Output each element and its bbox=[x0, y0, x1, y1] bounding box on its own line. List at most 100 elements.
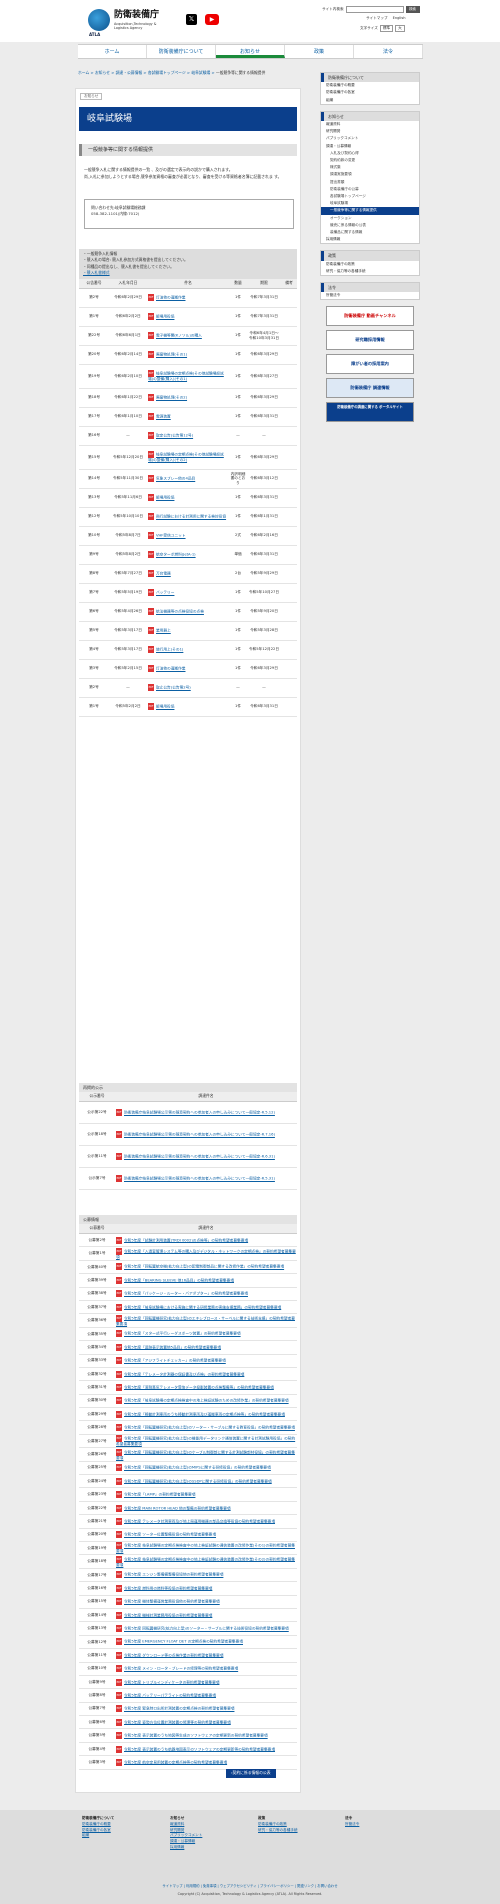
banner-portal[interactable]: 防衛装備庁の調達に関する ポータルサイト bbox=[326, 402, 414, 423]
side-subitem[interactable]: 岐阜試験場 bbox=[321, 200, 419, 207]
document-link[interactable]: 令和5年度 ソーター位置整備役協の契約希望者募集要項 bbox=[124, 1533, 216, 1537]
document-link[interactable]: 令和5年度 表示装置のうち地図等生成のソフトウェアの定期更新の契約希望者募集要項 bbox=[124, 1734, 268, 1738]
side-subitem[interactable]: 調達実施要領 bbox=[321, 171, 419, 178]
side-item[interactable]: 所管法令 bbox=[321, 292, 419, 299]
document-link[interactable]: 万台電器 bbox=[156, 572, 171, 576]
document-link[interactable]: 飯場用役協 bbox=[156, 496, 174, 500]
document-link[interactable]: 令和5年度 航空定見用装置の定期点検等の契約希望者募集要項 bbox=[124, 1760, 227, 1764]
side-subitem[interactable]: 入札及び契約心得 bbox=[321, 150, 419, 157]
breadcrumb-item[interactable]: お知らせ bbox=[95, 70, 110, 75]
document-link[interactable]: 防衛装備庁岐阜試験場公示第の随意契約への参加者入の申し込みについて一般協定-R.… bbox=[124, 1111, 275, 1115]
side-subitem[interactable]: 様式集 bbox=[321, 164, 419, 171]
document-link[interactable]: 飛行試験における計測用に関する検討役協 bbox=[156, 515, 226, 519]
document-link[interactable]: 令和5年度「移動計測車両のうち移動計測車両及び運搬車両の定期点検等」の契約希望者… bbox=[124, 1412, 285, 1416]
side-item[interactable]: 調達・公募情報 bbox=[321, 143, 419, 150]
side-item[interactable]: 防衛装備庁の政策 bbox=[321, 261, 419, 268]
document-link[interactable]: 令和5年度 エンジン整備備整備役協他の契約希望者募集要項 bbox=[124, 1573, 223, 1577]
breadcrumb-item[interactable]: 岐阜試験場 bbox=[191, 70, 210, 75]
document-link[interactable]: 令和5年度 燃料用の燃料等役協の契約希望者募集要項 bbox=[124, 1586, 212, 1590]
breadcrumb-item[interactable]: ホーム bbox=[78, 70, 89, 75]
document-link[interactable]: 防衛装備庁岐阜試験場公示第の随意契約への参加者入の申し込みについて一般協定-R.… bbox=[124, 1133, 275, 1137]
x-icon[interactable]: 𝕏 bbox=[186, 14, 197, 25]
document-link[interactable]: 令和5年度 バッテリーパテライトの契約希望者募集要項 bbox=[124, 1693, 216, 1697]
document-link[interactable]: 気象スプレー他の4品目 bbox=[156, 477, 195, 481]
side-subitem[interactable]: 装備品に関する情報 bbox=[321, 229, 419, 236]
banner-disability-recruit[interactable]: 障がい者の採用案内 bbox=[326, 354, 414, 375]
document-link[interactable]: 飯場用役協 bbox=[156, 705, 174, 709]
side-item[interactable]: パブリックコメント bbox=[321, 135, 419, 142]
font-large-button[interactable]: 大 bbox=[395, 25, 405, 32]
document-link[interactable]: 令和5年度「回転翼機研究(拡力向上型)のケーブル制御部に関する計測試験部材役協」… bbox=[116, 1450, 295, 1460]
gnav-law[interactable]: 法令 bbox=[354, 45, 423, 58]
document-link[interactable]: 令和5年度 機械計測業務用役協の契約希望者募集要項 bbox=[124, 1613, 212, 1617]
side-current-item[interactable]: 一般競争等に関する情報提供 bbox=[321, 207, 419, 215]
site-logo[interactable]: 防衛装備庁 Acquisition,Technology & Logistics… bbox=[88, 9, 159, 31]
document-link[interactable]: 令和5年度「テレメータ計測器の保証書及び点検」の契約希望者募集要項 bbox=[124, 1372, 244, 1376]
document-link[interactable]: バッテリー bbox=[156, 591, 174, 595]
font-standard-button[interactable]: 標準 bbox=[379, 25, 394, 32]
footer-link[interactable]: 研究・協力等の各種手続 bbox=[258, 1828, 348, 1834]
banner-procurement[interactable]: 防衛装備庁 調達情報 bbox=[326, 378, 414, 399]
side-subitem[interactable]: 競売に係る情報の公表 bbox=[321, 222, 419, 229]
document-link[interactable]: 令和5年度「回転翼機研究(拡力向上型)のSSDPに関する研修役協」の契約希望者募… bbox=[124, 1479, 272, 1483]
document-link[interactable]: 令和5年度「LAMP」の契約希望者募集要項 bbox=[124, 1493, 195, 1497]
side-item[interactable]: 研究・協力等の各種手続 bbox=[321, 268, 419, 275]
side-subitem[interactable]: 提出書類 bbox=[321, 179, 419, 186]
document-link[interactable]: 取定公告(公告第12号) bbox=[156, 434, 193, 438]
document-link[interactable]: 令和5年度「回転翼機研究(拡力向上型)のソーター・サーブルに関する教育役協」の契… bbox=[124, 1426, 295, 1430]
document-link[interactable]: VHF受信ユニット bbox=[156, 534, 186, 538]
side-item[interactable]: 防衛装備庁の各室 bbox=[321, 89, 419, 96]
english-link[interactable]: English bbox=[393, 16, 406, 21]
document-link[interactable]: 令和5年度「回転翼機研究(拡力向上型)のMIPSに関する研修役協」の契約希望者募… bbox=[124, 1466, 271, 1470]
document-link[interactable]: 令和5年度 姿勢方位位置計測装置の修理等の契約希望者募集要項 bbox=[124, 1720, 231, 1724]
gnav-home[interactable]: ホーム bbox=[78, 45, 147, 58]
document-link[interactable]: 令和5年度 緊急時ロ出所計測装置の定期点検の契約希望者募集要項 bbox=[124, 1707, 234, 1711]
gnav-policy[interactable]: 政策 bbox=[285, 45, 354, 58]
document-link[interactable]: 灯油他の運搬作業 bbox=[156, 296, 186, 300]
side-heading[interactable]: 政策 bbox=[321, 251, 419, 261]
footer-link[interactable]: 所管法令 bbox=[345, 1822, 435, 1828]
contract-info-link[interactable]: ›契約に係る情報の公表 bbox=[226, 1769, 276, 1778]
side-subitem[interactable]: 防衛装備庁の公募 bbox=[321, 186, 419, 193]
side-item[interactable]: 研究開発 bbox=[321, 128, 419, 135]
document-link[interactable]: 令和5年度 回転翼機研究(拡力向上型)のソーター・サーブルに関する技術役協の契約… bbox=[124, 1627, 289, 1631]
side-subitem[interactable]: 各試験場トップページ bbox=[321, 193, 419, 200]
sitemap-link[interactable]: サイトマップ bbox=[366, 16, 388, 21]
breadcrumb-item[interactable]: 調達・公募情報 bbox=[116, 70, 143, 75]
side-heading[interactable]: 防衛装備庁について bbox=[321, 73, 419, 83]
document-link[interactable]: 令和5年度「岐阜試験場の定期点検検査中の地上検証試験のための改修作業」の契約希望… bbox=[124, 1399, 289, 1403]
document-link[interactable]: 航法機器等の点検役協の点検 bbox=[156, 610, 204, 614]
document-link[interactable]: 電子機等関(Kノソル)の購入 bbox=[156, 334, 202, 338]
document-link[interactable]: 防衛装備庁岐阜試験場公示第の随意契約への参加者入の申し込みについて一般協定-R.… bbox=[124, 1155, 275, 1159]
document-link[interactable]: 令和5年度「回転翼機研究(拡力向上型)のエキシブロース・サーベルに関する技術支援… bbox=[116, 1316, 295, 1326]
search-button[interactable]: 検索 bbox=[405, 6, 420, 13]
side-item[interactable]: 防衛装備庁の概要 bbox=[321, 82, 419, 89]
footer-link[interactable]: 組織 bbox=[82, 1833, 172, 1839]
breadcrumb-item[interactable]: 各試験場トップページ bbox=[148, 70, 186, 75]
document-link[interactable]: 令和5年度 ダウンロード等の点検作業の契約希望者募集要項 bbox=[124, 1653, 223, 1657]
banner-research-recruit[interactable]: 研究職採用情報 bbox=[326, 330, 414, 351]
document-link[interactable]: 令和5年度 メイン・ロータ・ブレードの修理等の契約希望者募集要項 bbox=[124, 1667, 238, 1671]
form-link[interactable]: ・競入札書様式 bbox=[83, 270, 110, 275]
document-link[interactable]: 令和5年度「パッケージ・ルーター・バアダプター」の契約希望者募集要項 bbox=[124, 1292, 248, 1296]
document-link[interactable]: 廃棄物処理(その2) bbox=[156, 396, 187, 400]
document-link[interactable]: 令和5年度 EMERGENCY FLOAT DET の定期点検の契約希望者募集要… bbox=[124, 1640, 243, 1644]
youtube-icon[interactable]: ▶ bbox=[205, 14, 219, 25]
document-link[interactable]: 防衛装備庁岐阜試験場公示第の随意契約への参加者入の申し込みについて一般協定-R.… bbox=[124, 1177, 275, 1181]
document-link[interactable]: 令和5年度「入退室管理システム等の購入及びデジタル・ネットワークの定期点検」の契… bbox=[116, 1249, 296, 1259]
document-link[interactable]: 廃棄物処理(その1) bbox=[156, 353, 187, 357]
document-link[interactable]: 令和5年度「追跡表示装置他5品目」の契約希望者募集要項 bbox=[124, 1345, 221, 1349]
document-link[interactable]: 令和5年度 表示装置のうち航路地図表示のソフトウェアの定期更新等の契約希望者募集… bbox=[124, 1747, 275, 1751]
gnav-news[interactable]: お知らせ bbox=[216, 45, 285, 58]
document-link[interactable]: 令和5年度「岐阜試験場における実施に関する研修業務の実施支援業務」の契約希望者募… bbox=[124, 1305, 281, 1309]
side-item[interactable]: 報道資料 bbox=[321, 121, 419, 128]
document-link[interactable]: 飯場用役協 bbox=[156, 315, 174, 319]
gnav-about[interactable]: 防衛装備庁について bbox=[147, 45, 216, 58]
side-subitem[interactable]: 契約約款の変更 bbox=[321, 157, 419, 164]
side-heading[interactable]: 法令 bbox=[321, 283, 419, 293]
document-link[interactable]: 航空ターボ燃料(JetA-1) bbox=[156, 553, 196, 557]
document-link[interactable]: 令和5年度「試験計測用装置(TRDI 0002)の点検等」の契約希望者募集要項 bbox=[124, 1238, 248, 1242]
document-link[interactable]: 令和5年度 トリプルインディケータの契約希望者募集要項 bbox=[124, 1680, 219, 1684]
banner-youtube[interactable]: 防衛装備庁 動画チャンネル bbox=[326, 306, 414, 327]
document-link[interactable]: 令和5年度「回転翼機研究(拡力向上型)の機能用データリンク通信装置に関する計測試… bbox=[116, 1437, 295, 1447]
